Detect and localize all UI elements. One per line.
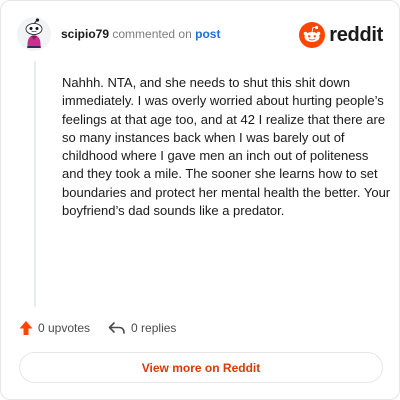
reddit-comment-card: scipio79 commented on post reddit Nahhh.… xyxy=(0,0,400,400)
comment-body: Nahhh. NTA, and she needs to shut this s… xyxy=(62,75,391,219)
comment-actions: 0 upvotes 0 replies xyxy=(19,319,194,337)
comment-header: scipio79 commented on post reddit xyxy=(15,17,385,53)
reply-arrow-icon xyxy=(108,322,125,334)
comment-meta: scipio79 commented on post xyxy=(61,27,220,41)
snoo-avatar-icon xyxy=(17,17,51,51)
reply-button[interactable]: 0 replies xyxy=(108,321,176,335)
reddit-logo-icon xyxy=(299,22,326,48)
commented-on-text: commented on xyxy=(112,27,192,41)
reddit-brand-logo[interactable]: reddit xyxy=(299,21,383,49)
reply-count: 0 replies xyxy=(131,321,177,335)
post-link[interactable]: post xyxy=(195,27,220,41)
reddit-wordmark: reddit xyxy=(329,23,383,46)
view-more-on-reddit-button[interactable]: View more on Reddit xyxy=(19,352,383,383)
username-link[interactable]: scipio79 xyxy=(61,27,109,41)
upvote-arrow-icon xyxy=(19,321,33,335)
upvote-count: 0 upvotes xyxy=(38,321,91,335)
upvote-button[interactable]: 0 upvotes xyxy=(19,320,90,336)
avatar[interactable] xyxy=(17,17,51,51)
thread-line xyxy=(34,61,36,307)
